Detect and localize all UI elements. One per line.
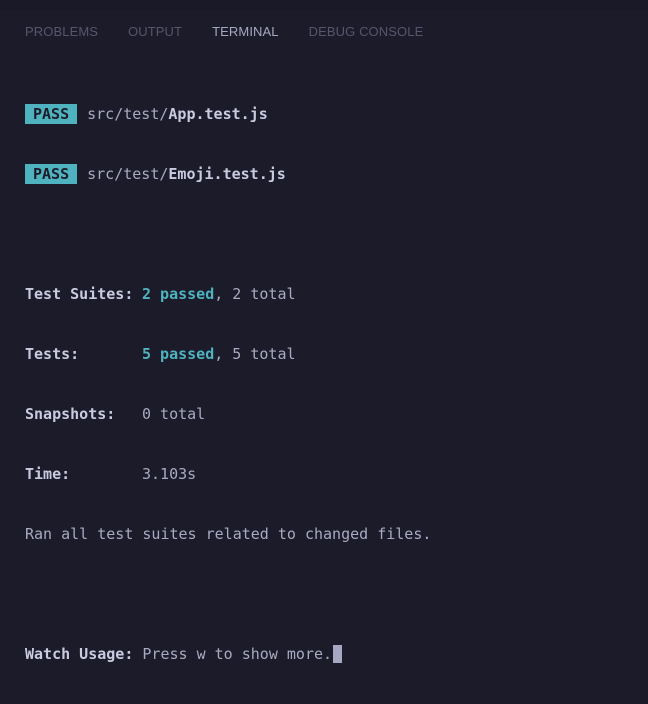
watch-usage-message: Press w to show more.	[142, 645, 333, 663]
time-value: 3.103s	[142, 465, 197, 483]
suites-total: , 2 total	[214, 285, 296, 303]
test-result-line: PASS src/test/App.test.js	[25, 104, 431, 124]
title-strip	[0, 0, 648, 10]
tab-debug-console[interactable]: DEBUG CONSOLE	[309, 24, 424, 40]
pass-badge: PASS	[25, 104, 78, 124]
watch-usage-label: Watch Usage:	[25, 645, 134, 663]
terminal-cursor	[333, 645, 343, 663]
summary-suites: Test Suites: 2 passed, 2 total	[25, 284, 431, 304]
time-label: Time:	[25, 465, 71, 483]
tab-terminal[interactable]: TERMINAL	[212, 24, 279, 40]
pass-badge: PASS	[25, 164, 78, 184]
tests-passed: 5 passed	[142, 345, 215, 363]
result-path: src/test/	[87, 165, 169, 183]
terminal-output[interactable]: PASS src/test/App.test.js PASS src/test/Em…	[25, 64, 431, 704]
tab-problems[interactable]: PROBLEMS	[25, 24, 98, 40]
tests-total: , 5 total	[214, 345, 296, 363]
snapshots-value: 0 total	[142, 405, 206, 423]
test-result-line: PASS src/test/Emoji.test.js	[25, 164, 431, 184]
summary-snapshots: Snapshots: 0 total	[25, 404, 431, 424]
result-path: src/test/	[87, 105, 169, 123]
summary-tests: Tests: 5 passed, 5 total	[25, 344, 431, 364]
watch-usage-line: Watch Usage: Press w to show more.	[25, 644, 431, 664]
terminal-panel: PROBLEMS OUTPUT TERMINAL DEBUG CONSOLE P…	[0, 10, 648, 663]
result-file: App.test.js	[168, 105, 268, 123]
ran-message-text: Ran all test suites related to changed f…	[25, 525, 432, 543]
snapshots-label: Snapshots:	[25, 405, 116, 423]
summary-time: Time: 3.103s	[25, 464, 431, 484]
ran-message: Ran all test suites related to changed f…	[25, 524, 431, 544]
result-file: Emoji.test.js	[168, 165, 286, 183]
tests-label: Tests:	[25, 345, 80, 363]
tab-output[interactable]: OUTPUT	[128, 24, 182, 40]
suites-label: Test Suites:	[25, 285, 134, 303]
panel-tabs: PROBLEMS OUTPUT TERMINAL DEBUG CONSOLE	[25, 24, 453, 40]
suites-passed: 2 passed	[142, 285, 215, 303]
